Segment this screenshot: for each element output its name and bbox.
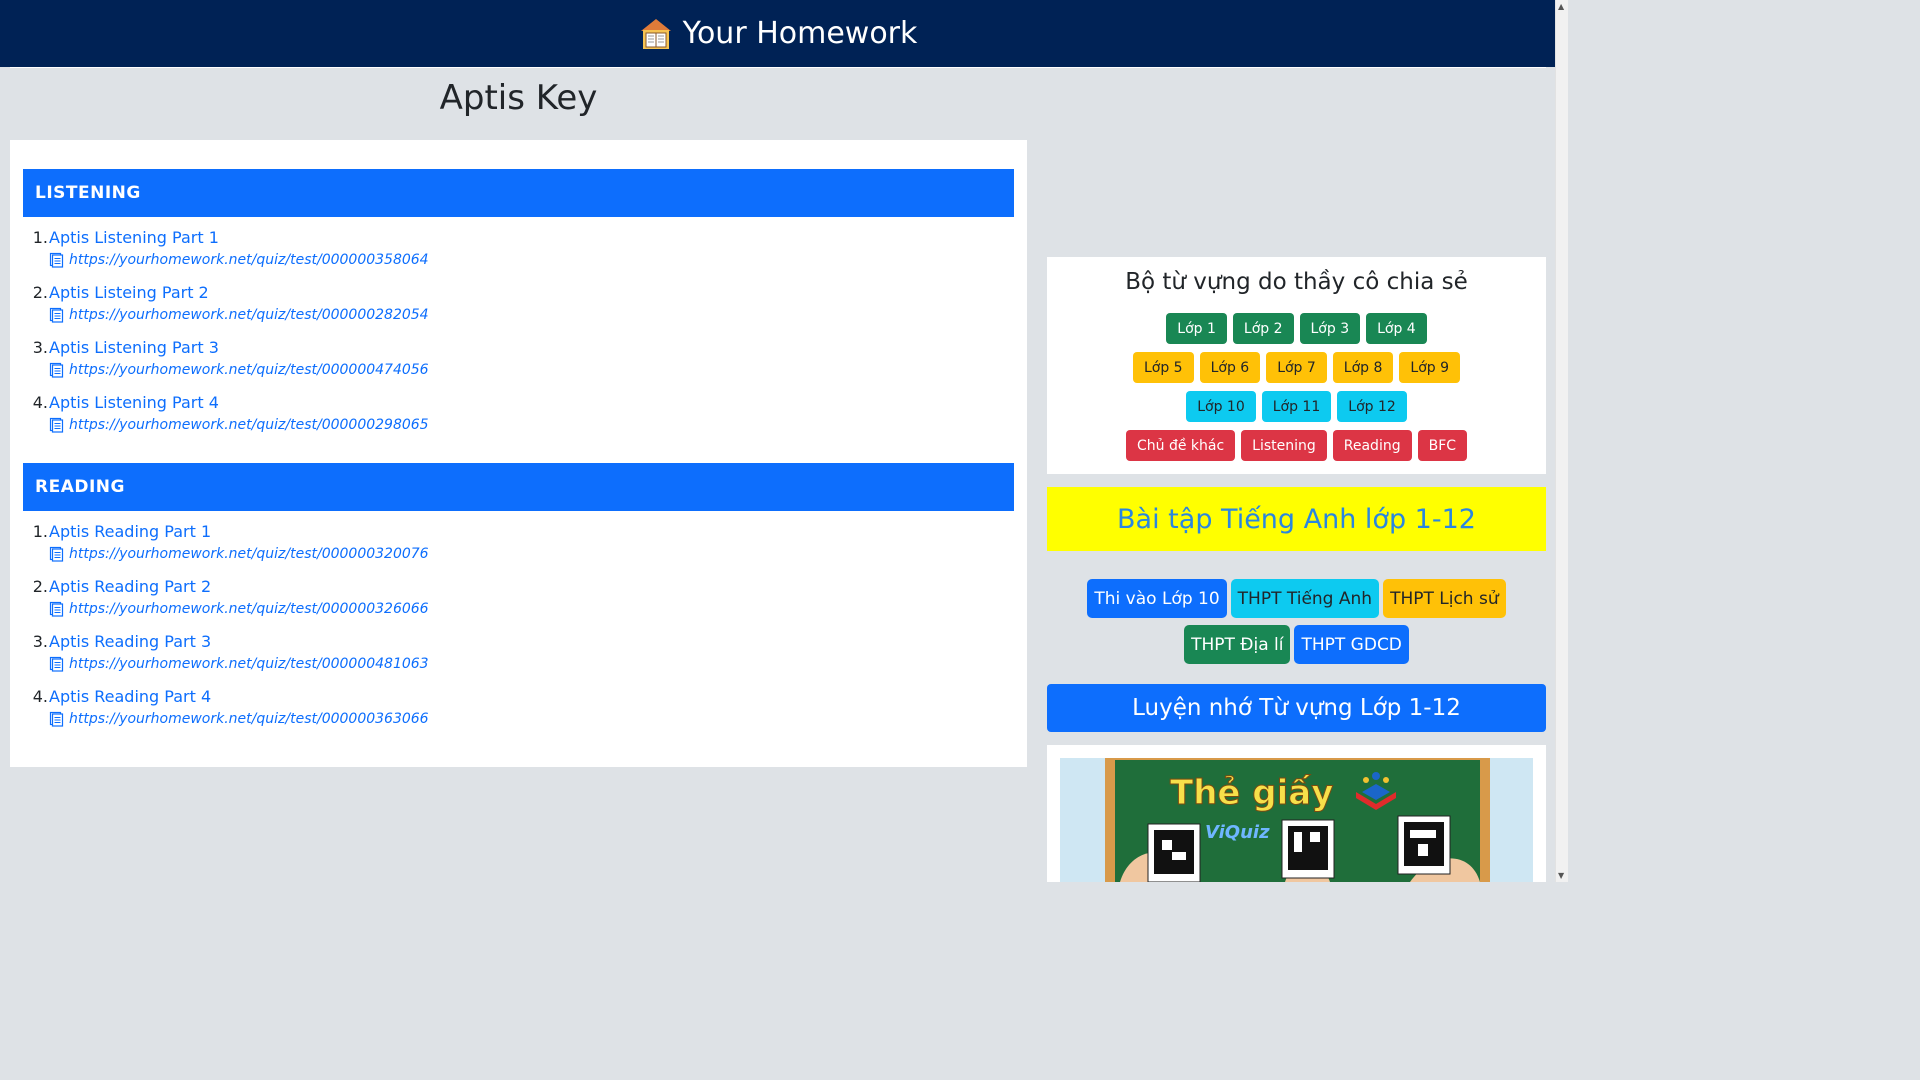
exam-button-row-1: Thi vào Lớp 10 THPT Tiếng Anh THPT Lịch … — [1047, 579, 1546, 618]
exam-button-civics[interactable]: THPT GDCD — [1294, 625, 1409, 664]
item-number: 3. — [32, 338, 48, 357]
promo-card: Thẻ giấy ViQuiz — [1047, 745, 1546, 882]
document-icon — [49, 711, 64, 727]
section-heading-listening: LISTENING — [23, 169, 1014, 217]
quiz-title-link[interactable]: Aptis Reading Part 1 — [49, 522, 211, 541]
quiz-title-link[interactable]: Aptis Listening Part 4 — [49, 393, 219, 412]
promo-brand: ViQuiz — [1205, 822, 1270, 843]
page-title: Aptis Key — [439, 78, 598, 118]
grade-button[interactable]: Lớp 11 — [1261, 391, 1332, 422]
grade-row-3: Lớp 10 Lớp 11 Lớp 12 — [1047, 391, 1546, 422]
item-number: 3. — [32, 632, 48, 651]
topic-button-bfc[interactable]: BFC — [1417, 430, 1468, 461]
grade-button[interactable]: Lớp 5 — [1132, 352, 1194, 383]
quiz-title-link[interactable]: Aptis Reading Part 2 — [49, 577, 211, 596]
quiz-url-link[interactable]: https://yourhomework.net/quiz/test/00000… — [49, 362, 429, 378]
document-icon — [49, 417, 64, 433]
quiz-url-text[interactable]: https://yourhomework.net/quiz/test/00000… — [69, 362, 429, 378]
grade-button[interactable]: Lớp 8 — [1332, 352, 1394, 383]
topic-button-other[interactable]: Chủ đề khác — [1125, 430, 1236, 461]
quiz-url-link[interactable]: https://yourhomework.net/quiz/test/00000… — [49, 546, 429, 562]
document-icon — [49, 252, 64, 268]
quiz-url-text[interactable]: https://yourhomework.net/quiz/test/00000… — [69, 417, 429, 433]
document-icon — [49, 656, 64, 672]
exam-button-english[interactable]: THPT Tiếng Anh — [1230, 579, 1380, 618]
promo-image[interactable]: Thẻ giấy ViQuiz — [1060, 758, 1533, 882]
scroll-up-icon[interactable]: ▲ — [1558, 2, 1564, 11]
topic-button-listening[interactable]: Listening — [1241, 430, 1327, 461]
site-title[interactable]: Your Homework — [683, 16, 918, 51]
exam-button-row-2: THPT Địa lí THPT GDCD — [1047, 625, 1546, 664]
quiz-title-link[interactable]: Aptis Listening Part 1 — [49, 228, 219, 247]
quiz-url-link[interactable]: https://yourhomework.net/quiz/test/00000… — [49, 252, 429, 268]
quiz-title-link[interactable]: Aptis Listeing Part 2 — [49, 283, 209, 302]
grade-button[interactable]: Lớp 7 — [1266, 352, 1327, 383]
quiz-url-link[interactable]: https://yourhomework.net/quiz/test/00000… — [49, 711, 429, 727]
grade-row-1: Lớp 1 Lớp 2 Lớp 3 Lớp 4 — [1047, 313, 1546, 344]
vocab-practice-banner-link[interactable]: Luyện nhớ Từ vựng Lớp 1-12 — [1047, 684, 1546, 732]
quiz-url-link[interactable]: https://yourhomework.net/quiz/test/00000… — [49, 656, 429, 672]
quiz-title-link[interactable]: Aptis Reading Part 3 — [49, 632, 211, 651]
item-number: 4. — [32, 393, 48, 412]
grade-button[interactable]: Lớp 12 — [1337, 391, 1407, 422]
topic-button-reading[interactable]: Reading — [1332, 430, 1412, 461]
site-header: Your Homework — [0, 0, 1556, 67]
grade-button[interactable]: Lớp 9 — [1399, 352, 1461, 383]
house-book-icon[interactable] — [639, 17, 673, 51]
grade-button[interactable]: Lớp 2 — [1232, 313, 1294, 344]
document-icon — [49, 362, 64, 378]
quiz-url-text[interactable]: https://yourhomework.net/quiz/test/00000… — [69, 656, 429, 672]
quiz-url-text[interactable]: https://yourhomework.net/quiz/test/00000… — [69, 711, 429, 727]
promo-title: Thẻ giấy — [1170, 773, 1333, 813]
item-number: 2. — [32, 283, 48, 302]
vocab-card-title: Bộ từ vựng do thầy cô chia sẻ — [1125, 269, 1468, 295]
document-icon — [49, 546, 64, 562]
grade-button[interactable]: Lớp 6 — [1199, 352, 1261, 383]
document-icon — [49, 601, 64, 617]
quiz-list-card: LISTENING 1. Aptis Listening Part 1 http… — [10, 140, 1027, 767]
topic-row: Chủ đề khác Listening Reading BFC — [1047, 430, 1546, 461]
quiz-title-link[interactable]: Aptis Listening Part 3 — [49, 338, 219, 357]
quiz-url-link[interactable]: https://yourhomework.net/quiz/test/00000… — [49, 417, 429, 433]
quiz-url-text[interactable]: https://yourhomework.net/quiz/test/00000… — [69, 601, 429, 617]
item-number: 1. — [32, 228, 48, 247]
scroll-down-icon[interactable]: ▼ — [1558, 871, 1564, 880]
scrollbar[interactable]: ▲ ▼ — [1555, 0, 1568, 882]
item-number: 4. — [32, 687, 48, 706]
exam-button-history[interactable]: THPT Lịch sử — [1383, 579, 1506, 618]
quiz-title-link[interactable]: Aptis Reading Part 4 — [49, 687, 211, 706]
exercises-banner-link[interactable]: Bài tập Tiếng Anh lớp 1-12 — [1047, 487, 1546, 551]
shared-vocab-card: Bộ từ vựng do thầy cô chia sẻ Lớp 1 Lớp … — [1047, 257, 1546, 474]
grade-button[interactable]: Lớp 10 — [1186, 391, 1256, 422]
document-icon — [49, 307, 64, 323]
quiz-url-text[interactable]: https://yourhomework.net/quiz/test/00000… — [69, 307, 429, 323]
section-heading-reading: READING — [23, 463, 1014, 511]
item-number: 2. — [32, 577, 48, 596]
quiz-url-text[interactable]: https://yourhomework.net/quiz/test/00000… — [69, 252, 429, 268]
exam-button-geography[interactable]: THPT Địa lí — [1184, 625, 1291, 664]
grade-button[interactable]: Lớp 3 — [1299, 313, 1361, 344]
quiz-url-link[interactable]: https://yourhomework.net/quiz/test/00000… — [49, 307, 429, 323]
quiz-url-link[interactable]: https://yourhomework.net/quiz/test/00000… — [49, 601, 429, 617]
grade-button[interactable]: Lớp 1 — [1166, 313, 1227, 344]
grade-button[interactable]: Lớp 4 — [1366, 313, 1427, 344]
quiz-url-text[interactable]: https://yourhomework.net/quiz/test/00000… — [69, 546, 429, 562]
grade-row-2: Lớp 5 Lớp 6 Lớp 7 Lớp 8 Lớp 9 — [1047, 352, 1546, 383]
item-number: 1. — [32, 522, 48, 541]
exam-button-grade10[interactable]: Thi vào Lớp 10 — [1087, 579, 1227, 618]
header-divider — [10, 67, 1546, 68]
